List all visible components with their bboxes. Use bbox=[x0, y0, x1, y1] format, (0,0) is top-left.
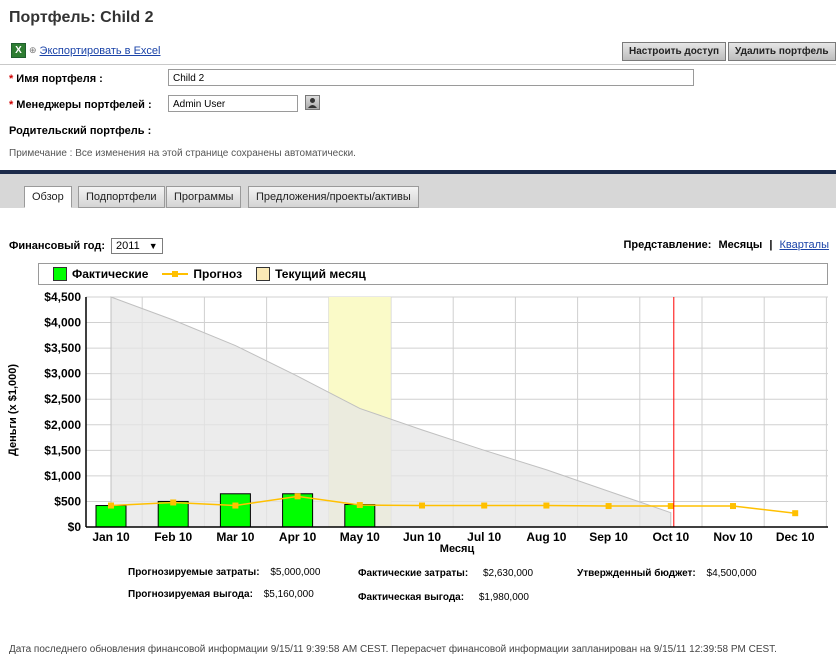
x-tick-label: Apr 10 bbox=[279, 530, 317, 544]
tab-programs[interactable]: Программы bbox=[166, 186, 242, 208]
tab-overview[interactable]: Обзор bbox=[24, 186, 72, 208]
x-tick-label: Jun 10 bbox=[403, 530, 441, 544]
x-tick-label: Dec 10 bbox=[776, 530, 815, 544]
x-axis-label: Месяц bbox=[440, 543, 475, 555]
x-tick-label: Nov 10 bbox=[713, 530, 753, 544]
required-marker: * bbox=[9, 99, 14, 111]
tab-bar: Обзор Подпортфели Программы Предложения/… bbox=[0, 174, 836, 208]
y-tick-label: $0 bbox=[68, 520, 82, 534]
export-excel-label[interactable]: Экспортировать в Excel bbox=[40, 45, 161, 57]
autosave-note: Примечание : Все изменения на этой стран… bbox=[9, 148, 356, 159]
budget-chart: $0 $500 $1,000 $1,500 $2,000 $2,500 $3,000 $3,5… bbox=[7, 290, 828, 555]
user-picker-icon[interactable] bbox=[305, 95, 320, 110]
portfolio-managers-input[interactable]: Admin User bbox=[168, 95, 298, 112]
x-tick-label: Jul 10 bbox=[467, 530, 501, 544]
legend-forecast-marker bbox=[162, 271, 189, 277]
export-excel-link[interactable]: X ⊕ Экспортировать в Excel bbox=[11, 43, 160, 58]
y-tick-label: $2,000 bbox=[44, 418, 81, 432]
y-tick-label: $1,000 bbox=[44, 469, 81, 483]
delete-portfolio-button[interactable]: Удалить портфель bbox=[728, 42, 836, 61]
y-tick-label: $4,500 bbox=[44, 290, 81, 304]
required-marker: * bbox=[9, 73, 14, 85]
portfolio-name-input[interactable]: Child 2 bbox=[168, 69, 694, 86]
legend-actual-swatch bbox=[53, 267, 67, 281]
parent-portfolio-label: Родительский портфель : bbox=[9, 125, 152, 137]
y-tick-label: $3,000 bbox=[44, 367, 81, 381]
y-tick-label: $1,500 bbox=[44, 443, 81, 457]
y-axis-label: Деньги (x $1,000) bbox=[7, 364, 19, 456]
actual-benefit: Фактическая выгода: $1,980,000 bbox=[358, 592, 529, 603]
fiscal-year-select[interactable]: 2011 ▼ bbox=[111, 238, 163, 254]
page-title: Портфель: Child 2 bbox=[9, 9, 154, 26]
actual-bar bbox=[95, 505, 127, 528]
x-tick-label: Jan 10 bbox=[92, 530, 130, 544]
y-tick-label: $4,000 bbox=[44, 316, 81, 330]
forecast-point bbox=[170, 499, 177, 506]
view-label: Представление: bbox=[623, 239, 712, 251]
forecast-point bbox=[419, 502, 425, 509]
forecast-cost: Прогнозируемые затраты: $5,000,000 bbox=[128, 567, 321, 578]
forecast-point bbox=[356, 502, 363, 509]
y-tick-label: $2,500 bbox=[44, 392, 81, 406]
link-arrow-icon: ⊕ bbox=[29, 45, 37, 55]
forecast-point bbox=[543, 502, 550, 509]
approved-budget: Утвержденный бюджет: $4,500,000 bbox=[577, 568, 757, 579]
actual-bar bbox=[219, 493, 251, 528]
x-tick-label: Mar 10 bbox=[216, 530, 254, 544]
actual-cost: Фактические затраты: $2,630,000 bbox=[358, 568, 534, 579]
forecast-point bbox=[481, 502, 488, 509]
configure-access-button[interactable]: Настроить доступ bbox=[622, 42, 727, 61]
forecast-benefit: Прогнозируемая выгода: $5,160,000 bbox=[128, 589, 314, 600]
chevron-down-icon: ▼ bbox=[148, 241, 158, 251]
forecast-point bbox=[730, 503, 736, 510]
legend-current-month: Текущий месяц bbox=[256, 267, 366, 281]
fiscal-year-label: Финансовый год: bbox=[9, 240, 106, 252]
forecast-point bbox=[792, 510, 799, 517]
forecast-point bbox=[605, 503, 612, 510]
x-tick-label: Aug 10 bbox=[526, 530, 566, 544]
toolbar-divider bbox=[0, 64, 836, 65]
legend-current-swatch bbox=[256, 267, 271, 281]
portfolio-managers-label: * Менеджеры портфелей : bbox=[9, 99, 152, 111]
tab-subportfolios[interactable]: Подпортфели bbox=[78, 186, 165, 208]
y-tick-label: $500 bbox=[54, 494, 81, 508]
x-tick-label: Oct 10 bbox=[652, 530, 689, 544]
forecast-point bbox=[232, 502, 239, 509]
y-tick-labels: $0 $500 $1,000 $1,500 $2,000 $2,500 $3,000 $3,5… bbox=[44, 290, 81, 534]
tab-proposals-projects-assets[interactable]: Предложения/проекты/активы bbox=[248, 186, 419, 208]
excel-icon: X bbox=[11, 43, 26, 58]
view-switcher: Представление: Месяцы | Кварталы bbox=[623, 239, 829, 251]
portfolio-name-label: * Имя портфеля : bbox=[9, 73, 103, 85]
y-tick-label: $3,500 bbox=[44, 341, 81, 355]
last-update-footer: Дата последнего обновления финансовой ин… bbox=[9, 644, 777, 655]
view-separator: | bbox=[769, 239, 773, 251]
toolbar: X ⊕ Экспортировать в Excel Настроить дос… bbox=[0, 38, 836, 64]
x-tick-label: Sep 10 bbox=[589, 530, 628, 544]
x-tick-label: Feb 10 bbox=[154, 530, 192, 544]
view-months: Месяцы bbox=[718, 239, 763, 251]
x-tick-labels: Jan 10 Feb 10 Mar 10 Apr 10 May 10 Jun 10 Jul … bbox=[92, 530, 815, 544]
legend-forecast: Прогноз bbox=[162, 267, 242, 281]
fiscal-year-control: Финансовый год: 2011 ▼ bbox=[9, 238, 163, 254]
legend-actual: Фактические bbox=[53, 267, 148, 281]
x-tick-label: May 10 bbox=[340, 530, 380, 544]
forecast-point bbox=[108, 502, 114, 509]
view-quarters-link[interactable]: Кварталы bbox=[780, 239, 829, 251]
forecast-point bbox=[667, 503, 674, 510]
chart-legend: Фактические Прогноз Текущий месяц bbox=[38, 263, 828, 285]
forecast-point bbox=[294, 493, 301, 500]
